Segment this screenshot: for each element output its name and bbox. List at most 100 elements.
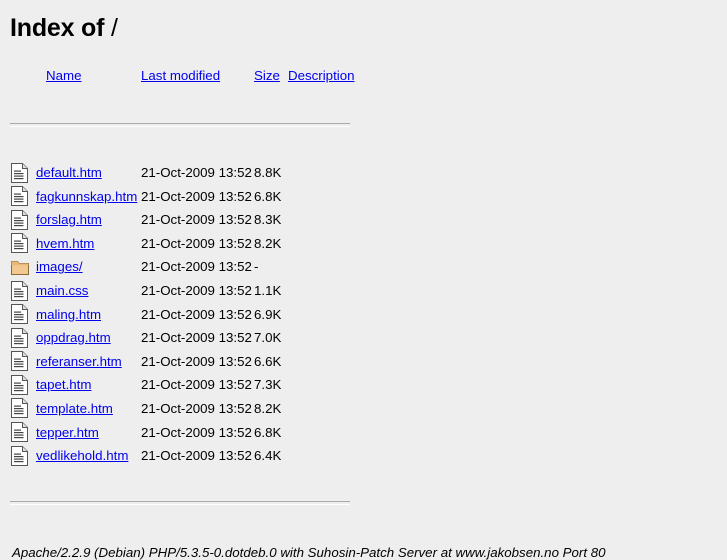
row-size-cell: 1.1K (254, 283, 282, 299)
entry-link[interactable]: oppdrag.htm (36, 330, 111, 345)
table-row: images/21-Oct-2009 13:52- (10, 255, 374, 279)
table-row: tapet.htm 21-Oct-2009 13:52 7.3K (10, 373, 374, 397)
horizontal-rule-bottom (10, 501, 350, 506)
sort-by-size-link[interactable]: Size (254, 68, 280, 83)
header-separator-row (10, 89, 374, 161)
row-description-cell (288, 255, 374, 279)
row-icon-cell (10, 255, 36, 279)
row-name-cell: images/ (36, 255, 141, 279)
table-header-row: Name Last modified Size Description (10, 63, 374, 89)
row-icon-cell (10, 444, 36, 468)
footer-separator-row (10, 467, 374, 539)
row-last-modified-cell: 21-Oct-2009 13:52 (141, 212, 252, 228)
entry-link[interactable]: images/ (36, 259, 83, 274)
table-row: hvem.htm 21-Oct-2009 13:52 8.2K (10, 232, 374, 256)
file-text-icon (10, 374, 30, 396)
directory-index-page: Index of / Name Last modified Size Descr… (0, 0, 727, 560)
row-last-modified-cell: 21-Oct-2009 13:52 (141, 330, 252, 346)
entry-link[interactable]: hvem.htm (36, 236, 94, 251)
file-text-icon (10, 327, 30, 349)
file-text-icon (10, 280, 30, 302)
row-last-modified-cell: 21-Oct-2009 13:52 (141, 424, 252, 440)
row-size-cell: 7.3K (254, 377, 282, 393)
row-last-modified-cell: 21-Oct-2009 13:52 (141, 353, 252, 369)
row-icon-cell (10, 350, 36, 374)
row-size-cell: 8.2K (254, 235, 282, 251)
directory-listing-table: Name Last modified Size Description defa… (10, 63, 374, 540)
footer-separator-cell (10, 467, 374, 539)
row-icon-cell (10, 302, 36, 326)
table-row: fagkunnskap.htm 21-Oct-2009 13:52 6.8K (10, 184, 374, 208)
row-description-cell (288, 444, 374, 468)
row-icon-cell (10, 184, 36, 208)
column-header-description[interactable]: Description (288, 63, 374, 89)
row-description-cell (288, 279, 374, 303)
row-description-cell (288, 326, 374, 350)
file-text-icon (10, 185, 30, 207)
row-icon-cell (10, 326, 36, 350)
row-name-cell: tapet.htm (36, 373, 141, 397)
row-size-cell: 6.6K (254, 353, 282, 369)
row-last-modified-cell: 21-Oct-2009 13:52 (141, 188, 252, 204)
column-header-size[interactable]: Size (254, 63, 288, 89)
entry-link[interactable]: vedlikehold.htm (36, 448, 128, 463)
table-row: tepper.htm 21-Oct-2009 13:52 6.8K (10, 420, 374, 444)
row-name-cell: vedlikehold.htm (36, 444, 141, 468)
row-size-cell: 8.8K (254, 165, 282, 181)
row-last-modified-cell: 21-Oct-2009 13:52 (141, 448, 252, 464)
row-size-cell: - (254, 259, 259, 275)
page-title-text: Index of (10, 14, 105, 42)
row-name-cell: forslag.htm (36, 208, 141, 232)
row-description-cell (288, 420, 374, 444)
file-text-icon (10, 445, 30, 467)
row-name-cell: maling.htm (36, 302, 141, 326)
table-row: referanser.htm 21-Oct-2009 13:52 6.6K (10, 350, 374, 374)
entry-link[interactable]: referanser.htm (36, 354, 122, 369)
sort-by-last-modified-link[interactable]: Last modified (141, 68, 220, 83)
entry-link[interactable]: fagkunnskap.htm (36, 189, 137, 204)
table-row: main.css 21-Oct-2009 13:52 1.1K (10, 279, 374, 303)
row-description-cell (288, 208, 374, 232)
table-row: maling.htm 21-Oct-2009 13:52 6.9K (10, 302, 374, 326)
row-icon-cell (10, 420, 36, 444)
row-name-cell: tepper.htm (36, 420, 141, 444)
row-description-cell (288, 350, 374, 374)
row-last-modified-cell: 21-Oct-2009 13:52 (141, 235, 252, 251)
column-header-name[interactable]: Name (10, 63, 141, 89)
entry-link[interactable]: tapet.htm (36, 377, 91, 392)
row-last-modified-cell: 21-Oct-2009 13:52 (141, 165, 252, 181)
entry-link[interactable]: tepper.htm (36, 425, 99, 440)
entry-link[interactable]: forslag.htm (36, 212, 102, 227)
row-size-cell: 6.9K (254, 306, 282, 322)
row-last-modified-cell: 21-Oct-2009 13:52 (141, 377, 252, 393)
column-header-last-modified[interactable]: Last modified (141, 63, 254, 89)
row-description-cell (288, 184, 374, 208)
row-icon-cell (10, 397, 36, 421)
file-text-icon (10, 397, 30, 419)
row-name-cell: hvem.htm (36, 232, 141, 256)
row-description-cell (288, 373, 374, 397)
table-row: template.htm 21-Oct-2009 13:52 8.2K (10, 397, 374, 421)
row-last-modified-cell: 21-Oct-2009 13:52 (141, 306, 252, 322)
row-name-cell: referanser.htm (36, 350, 141, 374)
sort-by-name-link[interactable]: Name (46, 68, 81, 83)
entry-link[interactable]: main.css (36, 283, 88, 298)
file-text-icon (10, 209, 30, 231)
row-last-modified-cell: 21-Oct-2009 13:52 (141, 283, 252, 299)
row-icon-cell (10, 279, 36, 303)
row-description-cell (288, 302, 374, 326)
entry-link[interactable]: maling.htm (36, 307, 101, 322)
row-icon-cell (10, 161, 36, 185)
page-title: Index of / (10, 14, 717, 43)
row-size-cell: 7.0K (254, 330, 282, 346)
sort-by-description-link[interactable]: Description (288, 68, 355, 83)
file-text-icon (10, 350, 30, 372)
row-description-cell (288, 397, 374, 421)
row-name-cell: main.css (36, 279, 141, 303)
entry-link[interactable]: template.htm (36, 401, 113, 416)
row-icon-cell (10, 208, 36, 232)
entry-link[interactable]: default.htm (36, 165, 102, 180)
row-size-cell: 6.4K (254, 448, 282, 464)
row-description-cell (288, 161, 374, 185)
row-size-cell: 8.2K (254, 400, 282, 416)
